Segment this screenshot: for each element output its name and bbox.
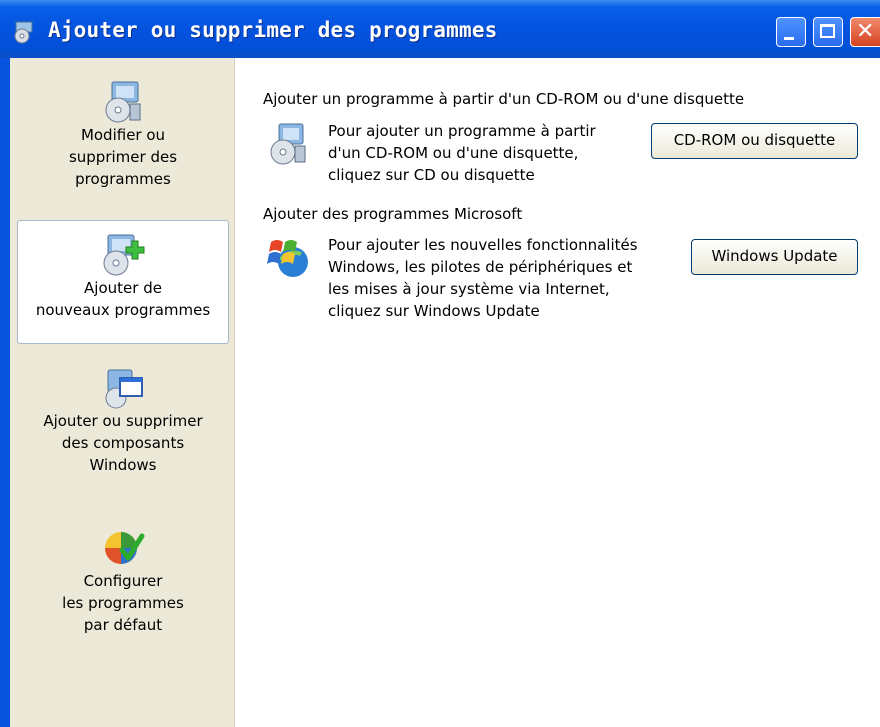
section-description-microsoft: Pour ajouter les nouvelles fonctionnalit… [328,236,638,320]
change-remove-programs-icon [105,81,141,123]
windows-components-icon [105,369,143,409]
add-new-programs-icon [103,234,145,276]
window-frame-left [0,58,10,727]
default-programs-icon [105,532,145,564]
maximize-icon [820,24,835,38]
main-panel: Ajouter un programme à partir d'un CD-RO… [235,58,880,727]
sidebar-item-label: Ajouter ou supprimer des composants Wind… [43,412,203,474]
sidebar-item-windows-components[interactable]: Ajouter ou supprimer des composants Wind… [17,364,229,492]
sidebar: Modifier ou supprimer des programmes Ajo… [10,58,235,727]
maximize-button[interactable] [813,17,843,47]
sidebar-item-label: Ajouter de nouveaux programmes [35,279,211,319]
add-remove-programs-icon [14,21,33,44]
close-icon: ✕ [856,19,875,44]
windows-update-button[interactable]: Windows Update [691,239,858,275]
section-title-microsoft: Ajouter des programmes Microsoft [263,205,523,223]
sidebar-item-label: Configurer les programmes par défaut [62,572,184,634]
sidebar-item-label: Modifier ou supprimer des programmes [68,126,178,188]
sidebar-item-default-programs[interactable]: Configurer les programmes par défaut [17,524,229,644]
section-description-cd: Pour ajouter un programme à partir d'un … [328,122,596,184]
window-title: Ajouter ou supprimer des programmes [48,18,498,42]
minimize-icon [784,37,794,40]
title-bar[interactable]: Ajouter ou supprimer des programmes ✕ [0,0,880,59]
section-title-cd: Ajouter un programme à partir d'un CD-RO… [263,90,745,108]
add-remove-programs-window: Ajouter ou supprimer des programmes ✕ Mo… [0,0,880,727]
windows-update-icon [267,240,308,277]
cd-rom-floppy-button[interactable]: CD-ROM ou disquette [651,123,858,159]
sidebar-item-change-remove[interactable]: Modifier ou supprimer des programmes [17,78,229,198]
close-button[interactable]: ✕ [850,17,880,47]
sidebar-item-add-new[interactable]: Ajouter de nouveaux programmes [17,220,229,344]
cd-installer-icon [270,123,306,165]
minimize-button[interactable] [776,17,806,47]
